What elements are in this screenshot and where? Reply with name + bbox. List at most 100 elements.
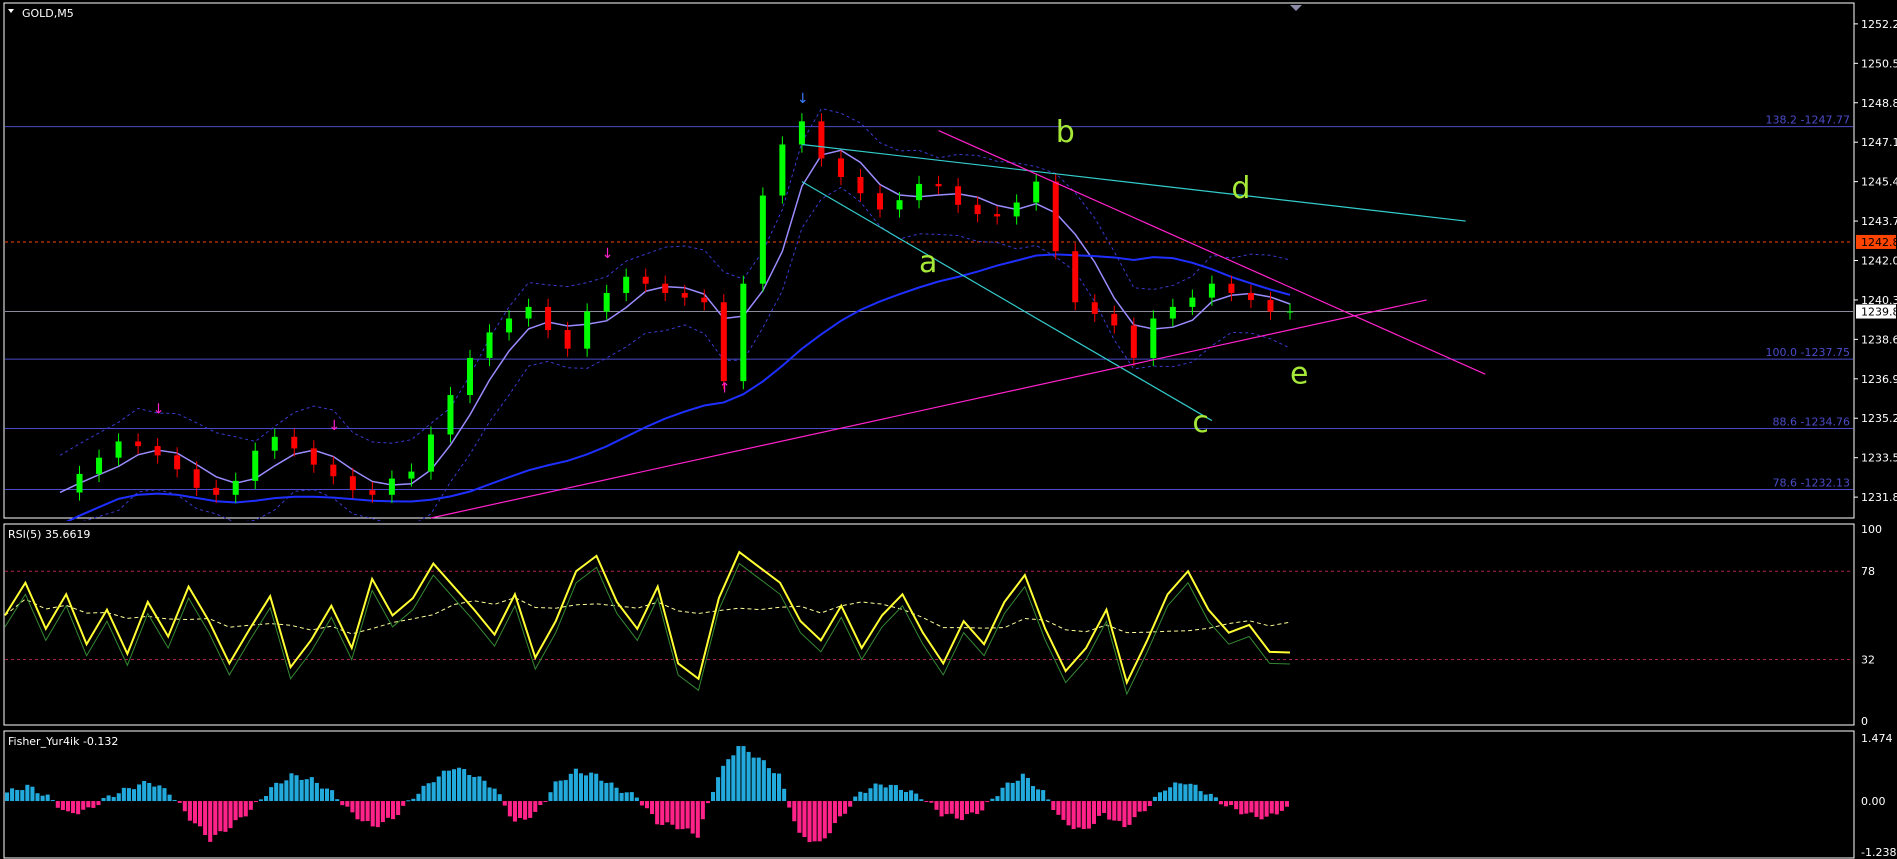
fisher-bar-negative: [1218, 801, 1223, 805]
fisher-bar-negative: [55, 801, 60, 808]
fractal-arrow-icon: ↓: [153, 402, 165, 418]
bear-candle: [662, 283, 669, 293]
bull-candle: [623, 276, 630, 293]
fisher-bar-positive: [172, 800, 177, 802]
fisher-bar-negative: [91, 801, 96, 808]
rsi-level-lines: [5, 570, 1853, 661]
fisher-bar-negative: [1066, 801, 1071, 826]
bear-candle: [720, 302, 727, 382]
fisher-bar-positive: [777, 773, 782, 802]
bull-candle: [1169, 306, 1176, 319]
fisher-bar-positive: [594, 773, 599, 802]
bear-candle: [310, 448, 317, 465]
fib-labels: 138.2 -1247.77 100.0 -1237.75 88.6 -1234.7…: [1766, 114, 1850, 490]
bear-candle: [135, 441, 142, 447]
bear-candle: [291, 436, 298, 449]
fisher-bar-positive: [766, 768, 771, 802]
fisher-bar-positive: [126, 788, 131, 802]
fisher-bar-positive: [324, 788, 330, 802]
price-chart-svg[interactable]: ↓ ↓ ↑ ↓ ↓ 1252.2 1250.5 1248.8 1247.1 1245.4 1243…: [0, 0, 1897, 521]
fisher-bar-negative: [832, 801, 837, 824]
price-tick-label: 1233.5: [1861, 452, 1897, 465]
bull-candle: [525, 306, 532, 319]
bear-candle: [837, 158, 844, 177]
fisher-bar-positive: [5, 792, 10, 802]
ask-price-label: 1242.8: [1861, 236, 1897, 249]
bull-candle: [76, 473, 83, 493]
fisher-bar-negative: [1259, 801, 1264, 820]
fisher-bar-positive: [157, 785, 162, 802]
collapse-arrow-icon[interactable]: [8, 9, 14, 13]
fisher-bar-negative: [512, 801, 517, 822]
shift-marker-icon[interactable]: [1290, 5, 1302, 11]
price-chart-panel[interactable]: ↓ ↓ ↑ ↓ ↓ 1252.2 1250.5 1248.8 1247.1 1245.4 1243…: [0, 0, 1897, 521]
rsi-panel[interactable]: 100 78 32 0 RSI(5) 35.6619: [0, 523, 1897, 728]
price-axis: 1252.2 1250.5 1248.8 1247.1 1245.4 1243.7 1242…: [1854, 18, 1897, 504]
fisher-bar-negative: [827, 801, 832, 834]
fisher-bar-positive: [35, 793, 40, 802]
fisher-bar-positive: [294, 775, 299, 802]
fisher-histogram: [5, 746, 1289, 843]
fisher-bar-negative: [533, 801, 538, 812]
fisher-bar-positive: [761, 760, 766, 802]
symbol-label: GOLD,M5: [22, 7, 74, 20]
fisher-bar-positive: [457, 767, 462, 802]
fisher-bar-negative: [929, 801, 934, 803]
fisher-bar-positive: [441, 770, 446, 802]
fisher-bar-positive: [914, 793, 919, 802]
fisher-bar-positive: [919, 799, 924, 802]
fisher-bar-positive: [497, 794, 502, 802]
bear-candle: [1228, 283, 1235, 293]
fisher-bar-negative: [1234, 801, 1239, 810]
fisher-bar-positive: [578, 773, 584, 802]
fisher-bar-negative: [1239, 801, 1244, 815]
fisher-bar-positive: [548, 792, 553, 802]
bull-candle: [486, 332, 493, 358]
fisher-bar-negative: [949, 801, 954, 814]
fisher-bar-negative: [1112, 801, 1117, 821]
fisher-bar-negative: [345, 801, 350, 807]
fisher-bar-positive: [599, 780, 604, 802]
fisher-panel[interactable]: 1.474 0.00 -1.238 Fisher_Yur4ik -0.132: [0, 730, 1897, 859]
fisher-bar-positive: [279, 783, 284, 802]
fisher-bar-negative: [787, 801, 792, 808]
rsi-chart-svg[interactable]: 100 78 32 0 RSI(5) 35.6619: [0, 523, 1897, 728]
fisher-bar-positive: [741, 746, 746, 802]
fisher-bar-positive: [756, 757, 761, 802]
fisher-bar-negative: [964, 801, 970, 815]
bid-price-label: 1239.8: [1861, 306, 1897, 319]
fisher-bar-negative: [1254, 801, 1259, 817]
bull-candle: [506, 318, 513, 333]
fisher-bar-positive: [309, 777, 314, 802]
fisher-bar-negative: [375, 801, 380, 828]
fast-ma-line: [59, 149, 1291, 494]
bear-candle: [545, 306, 552, 331]
fisher-bar-positive: [131, 789, 137, 802]
fisher-bar-negative: [970, 801, 975, 813]
fisher-bar-positive: [573, 768, 578, 802]
bear-candle: [369, 490, 376, 495]
fisher-bar-negative: [1127, 801, 1132, 825]
fisher-bar-negative: [81, 801, 86, 810]
abcde-upper-line: [938, 130, 1486, 375]
price-tick-label: 1252.2: [1861, 18, 1897, 31]
fisher-chart-svg[interactable]: 1.474 0.00 -1.238 Fisher_Yur4ik -0.132: [0, 730, 1897, 859]
fisher-bar-negative: [1274, 801, 1279, 815]
fisher-bar-negative: [812, 801, 817, 842]
fisher-bar-positive: [553, 781, 558, 802]
fisher-bar-negative: [644, 801, 650, 809]
fisher-bar-negative: [1229, 801, 1234, 805]
fisher-bar-positive: [162, 788, 167, 802]
bear-candle: [1052, 181, 1059, 252]
fisher-bar-negative: [1284, 801, 1289, 807]
bull-candle: [467, 357, 473, 396]
fisher-bar-positive: [1188, 783, 1193, 802]
fisher-bar-positive: [1000, 787, 1005, 802]
fisher-bar-negative: [248, 801, 253, 810]
abcde-lower-line: [430, 299, 1427, 519]
fisher-bar-positive: [751, 757, 756, 802]
price-tick-label: 1231.8: [1861, 491, 1897, 504]
fisher-bar-positive: [909, 790, 914, 802]
fisher-bar-positive: [472, 776, 477, 802]
fisher-bar-negative: [60, 801, 65, 810]
